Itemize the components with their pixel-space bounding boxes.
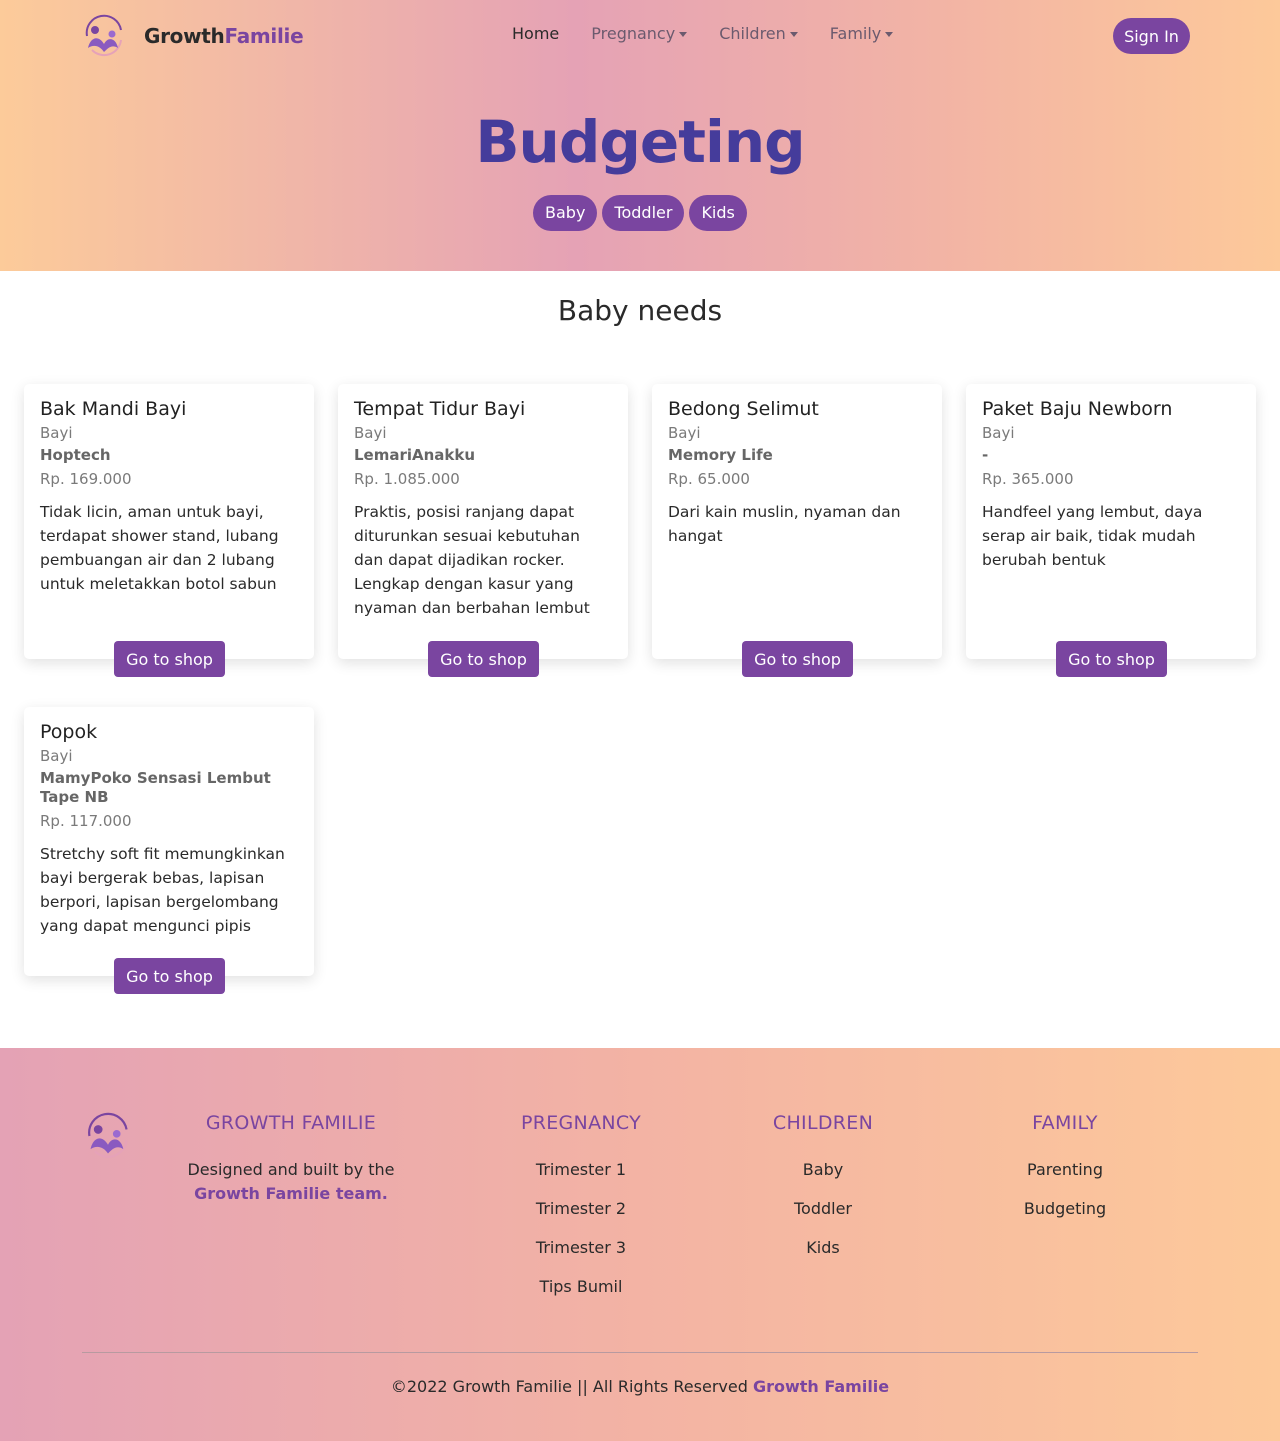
caret-down-icon [885, 32, 894, 37]
product-name: Bak Mandi Bayi [40, 398, 187, 420]
nav-pregnancy-label: Pregnancy [591, 24, 676, 43]
product-name: Bedong Selimut [668, 398, 819, 420]
nav-children-label: Children [719, 24, 786, 43]
brand-name-part2: Familie [224, 24, 304, 48]
nav-home[interactable]: Home [512, 24, 559, 43]
brand-name-part1: Growth [144, 24, 225, 48]
product-category: Bayi [354, 424, 387, 442]
product-brand: MamyPoko Sensasi Lembut Tape NB [40, 769, 271, 806]
product-description: Handfeel yang lembut, daya serap air bai… [982, 503, 1203, 569]
product-description: Tidak licin, aman untuk bayi, terdapat s… [40, 503, 279, 593]
caret-down-icon [789, 32, 798, 37]
caret-down-icon [679, 32, 688, 37]
nav-pregnancy-dropdown[interactable]: Pregnancy [591, 24, 688, 43]
hero-banner: GrowthFamilie Home Pregnancy Children Fa… [0, 0, 1280, 271]
footer-team-link[interactable]: Growth Familie team. [194, 1184, 388, 1203]
product-brand: Hoptech [40, 446, 111, 464]
footer-link[interactable]: Trimester 1 [491, 1160, 671, 1179]
copyright-text: ©2022 Growth Familie || All Rights Reser… [390, 1377, 748, 1396]
product-category: Bayi [982, 424, 1015, 442]
footer-link[interactable]: Kids [733, 1238, 913, 1257]
footer-about-text: Designed and built by the Growth Familie … [181, 1158, 401, 1206]
go-to-shop-button[interactable]: Go to shop [114, 641, 225, 677]
main-nav: Home Pregnancy Children Family [512, 24, 894, 43]
tab-toddler[interactable]: Toddler [602, 195, 685, 231]
tab-kids[interactable]: Kids [689, 195, 747, 231]
age-tabs: Baby Toddler Kids [533, 195, 747, 231]
product-brand: Memory Life [668, 446, 773, 464]
product-category: Bayi [668, 424, 701, 442]
product-card: Tempat Tidur Bayi Bayi LemariAnakku Rp. … [338, 384, 628, 677]
section-title: Baby needs [557, 294, 723, 327]
footer-link[interactable]: Trimester 2 [491, 1199, 671, 1218]
go-to-shop-button[interactable]: Go to shop [428, 641, 539, 677]
product-brand: LemariAnakku [354, 446, 476, 464]
footer: GROWTH FAMILIE Designed and built by the… [0, 1048, 1280, 1441]
footer-family: FAMILY Parenting Budgeting [975, 1112, 1155, 1218]
footer-link[interactable]: Parenting [975, 1160, 1155, 1179]
tab-baby[interactable]: Baby [533, 195, 598, 231]
product-price: Rp. 65.000 [668, 470, 750, 488]
footer-pregnancy: PREGNANCY Trimester 1 Trimester 2 Trimes… [491, 1112, 671, 1296]
product-price: Rp. 365.000 [982, 470, 1074, 488]
page-title: Budgeting [475, 108, 805, 176]
family-logo-icon [85, 14, 122, 57]
product-price: Rp. 117.000 [40, 812, 132, 830]
product-card: Paket Baju Newborn Bayi - Rp. 365.000 Ha… [966, 384, 1256, 677]
product-category: Bayi [40, 747, 73, 765]
copyright: ©2022 Growth Familie || All Rights Reser… [0, 1377, 1280, 1396]
footer-about: GROWTH FAMILIE Designed and built by the… [181, 1112, 401, 1206]
footer-link[interactable]: Baby [733, 1160, 913, 1179]
brand-logo-link[interactable]: GrowthFamilie [82, 14, 304, 58]
footer-children: CHILDREN Baby Toddler Kids [733, 1112, 913, 1257]
footer-heading: GROWTH FAMILIE [205, 1112, 377, 1134]
nav-children-dropdown[interactable]: Children [719, 24, 798, 43]
footer-heading: PREGNANCY [520, 1112, 642, 1134]
footer-link[interactable]: Budgeting [975, 1199, 1155, 1218]
product-card: Popok Bayi MamyPoko Sensasi Lembut Tape … [24, 707, 314, 994]
nav-family-label: Family [829, 24, 882, 43]
footer-divider [82, 1352, 1198, 1353]
copyright-brand-link[interactable]: Growth Familie [753, 1377, 889, 1396]
sign-in-button[interactable]: Sign In [1113, 18, 1190, 54]
product-description: Dari kain muslin, nyaman dan hangat [668, 503, 901, 545]
go-to-shop-button[interactable]: Go to shop [114, 958, 225, 994]
product-card: Bak Mandi Bayi Bayi Hoptech Rp. 169.000 … [24, 384, 314, 677]
footer-about-text-line: Designed and built by the [187, 1160, 395, 1179]
product-name: Popok [40, 721, 98, 743]
family-logo-icon [88, 1112, 128, 1158]
product-price: Rp. 1.085.000 [354, 470, 460, 488]
product-name: Tempat Tidur Bayi [354, 398, 526, 420]
product-category: Bayi [40, 424, 73, 442]
brand-name: GrowthFamilie [144, 24, 304, 48]
product-brand: - [982, 446, 989, 464]
footer-heading: FAMILY [1032, 1112, 1098, 1134]
nav-family-dropdown[interactable]: Family [829, 24, 894, 43]
footer-heading: CHILDREN [772, 1112, 874, 1134]
product-card: Bedong Selimut Bayi Memory Life Rp. 65.0… [652, 384, 942, 677]
footer-link[interactable]: Toddler [733, 1199, 913, 1218]
footer-link[interactable]: Trimester 3 [491, 1238, 671, 1257]
footer-link[interactable]: Tips Bumil [491, 1277, 671, 1296]
product-price: Rp. 169.000 [40, 470, 132, 488]
product-description: Stretchy soft fit memungkinkan bayi berg… [40, 845, 285, 935]
product-name: Paket Baju Newborn [982, 398, 1173, 420]
product-description: Praktis, posisi ranjang dapat diturunkan… [354, 503, 590, 617]
go-to-shop-button[interactable]: Go to shop [742, 641, 853, 677]
go-to-shop-button[interactable]: Go to shop [1056, 641, 1167, 677]
